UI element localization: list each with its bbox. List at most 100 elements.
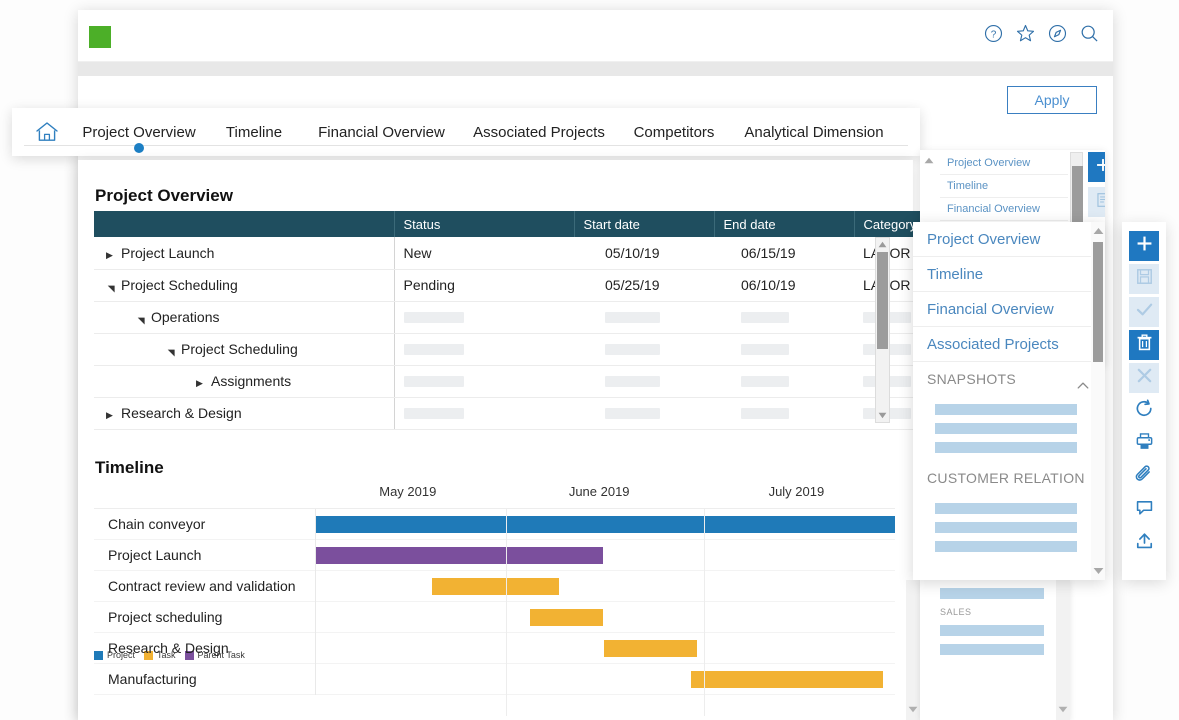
nav-tab-timeline[interactable]: Timeline <box>204 108 304 156</box>
gantt-row[interactable]: Project Launch <box>94 540 895 571</box>
plus-button[interactable] <box>1088 152 1105 182</box>
help-icon[interactable]: ? <box>984 24 1003 43</box>
tree-node-cell[interactable]: ▶Assignments <box>94 365 394 397</box>
overlay-panel-group-header[interactable]: SNAPSHOTS <box>913 362 1105 396</box>
gantt-row-label: Manufacturing <box>108 664 197 695</box>
print-button[interactable] <box>1129 429 1159 459</box>
gantt-plot-area: Chain conveyorProject LaunchContract rev… <box>94 508 895 716</box>
scroll-down-icon[interactable] <box>906 702 920 716</box>
tree-node-cell[interactable]: ▶Research & Design <box>94 397 394 429</box>
gantt-bar[interactable] <box>691 671 884 688</box>
save-button[interactable] <box>1129 264 1159 294</box>
overlay-panel-item[interactable]: Timeline <box>913 257 1105 292</box>
delete-button[interactable] <box>1129 330 1159 360</box>
group-label: CUSTOMER RELATION <box>927 470 1085 486</box>
table-vertical-scrollbar[interactable] <box>875 237 890 423</box>
gantt-row[interactable]: Contract review and validation <box>94 571 895 602</box>
column-header[interactable]: Start date <box>574 211 714 237</box>
scrollbar-thumb[interactable] <box>1093 242 1103 362</box>
table-row[interactable]: ▶Assignments <box>94 365 974 397</box>
export-button[interactable] <box>1129 528 1159 558</box>
overlay-panel-item[interactable]: Financial Overview <box>913 292 1105 327</box>
nav-tab-associated-projects[interactable]: Associated Projects <box>459 108 619 156</box>
gantt-row-label: Project Launch <box>108 540 201 571</box>
tree-node-cell[interactable]: ◢Project Scheduling <box>94 333 394 365</box>
placeholder-bar <box>935 522 1077 533</box>
background-panel-item[interactable]: Timeline <box>940 175 1068 198</box>
cell-start: 05/10/19 <box>574 237 714 269</box>
lower-side-panel: SALES <box>920 580 1070 720</box>
table-row[interactable]: ◢Project SchedulingPending05/25/1906/10/… <box>94 269 974 301</box>
search-icon[interactable] <box>1080 24 1099 43</box>
gantt-row[interactable]: Project scheduling <box>94 602 895 633</box>
gantt-bar[interactable] <box>530 609 604 626</box>
scroll-down-icon[interactable] <box>1091 564 1105 578</box>
table-row[interactable]: ▶Research & Design <box>94 397 974 429</box>
cell-status <box>394 365 574 397</box>
check-icon <box>1134 299 1155 325</box>
scroll-up-icon[interactable] <box>1091 224 1105 238</box>
table-row[interactable]: ◢Project Scheduling <box>94 333 974 365</box>
overlay-panel-item[interactable]: Project Overview <box>913 222 1105 257</box>
column-header[interactable]: End date <box>714 211 854 237</box>
tree-node-cell[interactable]: ◢Project Scheduling <box>94 269 394 301</box>
refresh-button[interactable] <box>1129 396 1159 426</box>
caret-right-icon[interactable]: ▶ <box>196 378 206 389</box>
gantt-bar[interactable] <box>604 640 697 657</box>
home-icon[interactable] <box>34 120 60 144</box>
cell-start <box>574 301 714 333</box>
lower-left-scrollbar[interactable] <box>906 580 920 720</box>
nav-tab-analytical-dimension[interactable]: Analytical Dimension <box>729 108 899 156</box>
tree-node-cell[interactable]: ▶Project Launch <box>94 237 394 269</box>
cancel-button[interactable] <box>1129 363 1159 393</box>
attach-button[interactable] <box>1129 462 1159 492</box>
scrollbar-thumb[interactable] <box>877 252 888 349</box>
scroll-down-icon[interactable] <box>876 409 889 422</box>
star-icon[interactable] <box>1016 24 1035 43</box>
background-panel-item[interactable]: Financial Overview <box>940 198 1068 221</box>
add-button[interactable] <box>1129 231 1159 261</box>
timeline-title: Timeline <box>95 458 164 478</box>
apply-button[interactable]: Apply <box>1007 86 1097 114</box>
gantt-lane <box>315 571 895 602</box>
gantt-row[interactable]: Chain conveyor <box>94 509 895 540</box>
nav-tab-label: Competitors <box>634 124 715 141</box>
compass-icon[interactable] <box>1048 24 1067 43</box>
caret-down-icon[interactable]: ◢ <box>166 347 177 357</box>
document-button[interactable] <box>1088 187 1105 217</box>
caret-down-icon[interactable]: ◢ <box>106 283 117 293</box>
scrollbar-thumb[interactable] <box>1072 166 1083 228</box>
gantt-bar[interactable] <box>316 516 895 533</box>
scroll-down-icon[interactable] <box>1056 702 1070 716</box>
table-row[interactable]: ▶Project LaunchNew05/10/1906/15/19LABOR <box>94 237 974 269</box>
background-panel-item[interactable]: Project Overview <box>940 152 1068 175</box>
cell-end <box>714 333 854 365</box>
nav-tab-financial-overview[interactable]: Financial Overview <box>304 108 459 156</box>
table-row[interactable]: ◢Operations <box>94 301 974 333</box>
column-header[interactable] <box>94 211 394 237</box>
chevron-up-icon[interactable] <box>1075 372 1091 406</box>
plus-icon <box>1094 156 1105 179</box>
caret-right-icon[interactable]: ▶ <box>106 410 116 421</box>
gantt-row[interactable]: Research & Design <box>94 633 895 664</box>
gantt-lane <box>315 633 895 664</box>
overlay-panel-group-header[interactable]: CUSTOMER RELATION <box>913 461 1105 495</box>
scroll-up-icon[interactable] <box>876 238 889 251</box>
caret-down-icon[interactable]: ◢ <box>136 315 147 325</box>
gantt-gridline <box>506 508 507 716</box>
tree-node-cell[interactable]: ◢Operations <box>94 301 394 333</box>
gantt-row[interactable]: Manufacturing <box>94 664 895 695</box>
overlay-panel-scrollbar[interactable] <box>1091 222 1105 580</box>
lower-right-scrollbar[interactable] <box>1056 580 1070 720</box>
panel-scroll-up-icon[interactable] <box>922 153 936 167</box>
nav-tab-competitors[interactable]: Competitors <box>619 108 729 156</box>
cell-value: New <box>404 245 432 261</box>
comment-button[interactable] <box>1129 495 1159 525</box>
confirm-button[interactable] <box>1129 297 1159 327</box>
caret-right-icon[interactable]: ▶ <box>106 250 116 261</box>
overlay-panel-item[interactable]: Associated Projects <box>913 327 1105 362</box>
gantt-bar[interactable] <box>432 578 559 595</box>
gantt-bar[interactable] <box>316 547 603 564</box>
column-header[interactable]: Status <box>394 211 574 237</box>
gantt-row-label: Contract review and validation <box>108 571 296 602</box>
